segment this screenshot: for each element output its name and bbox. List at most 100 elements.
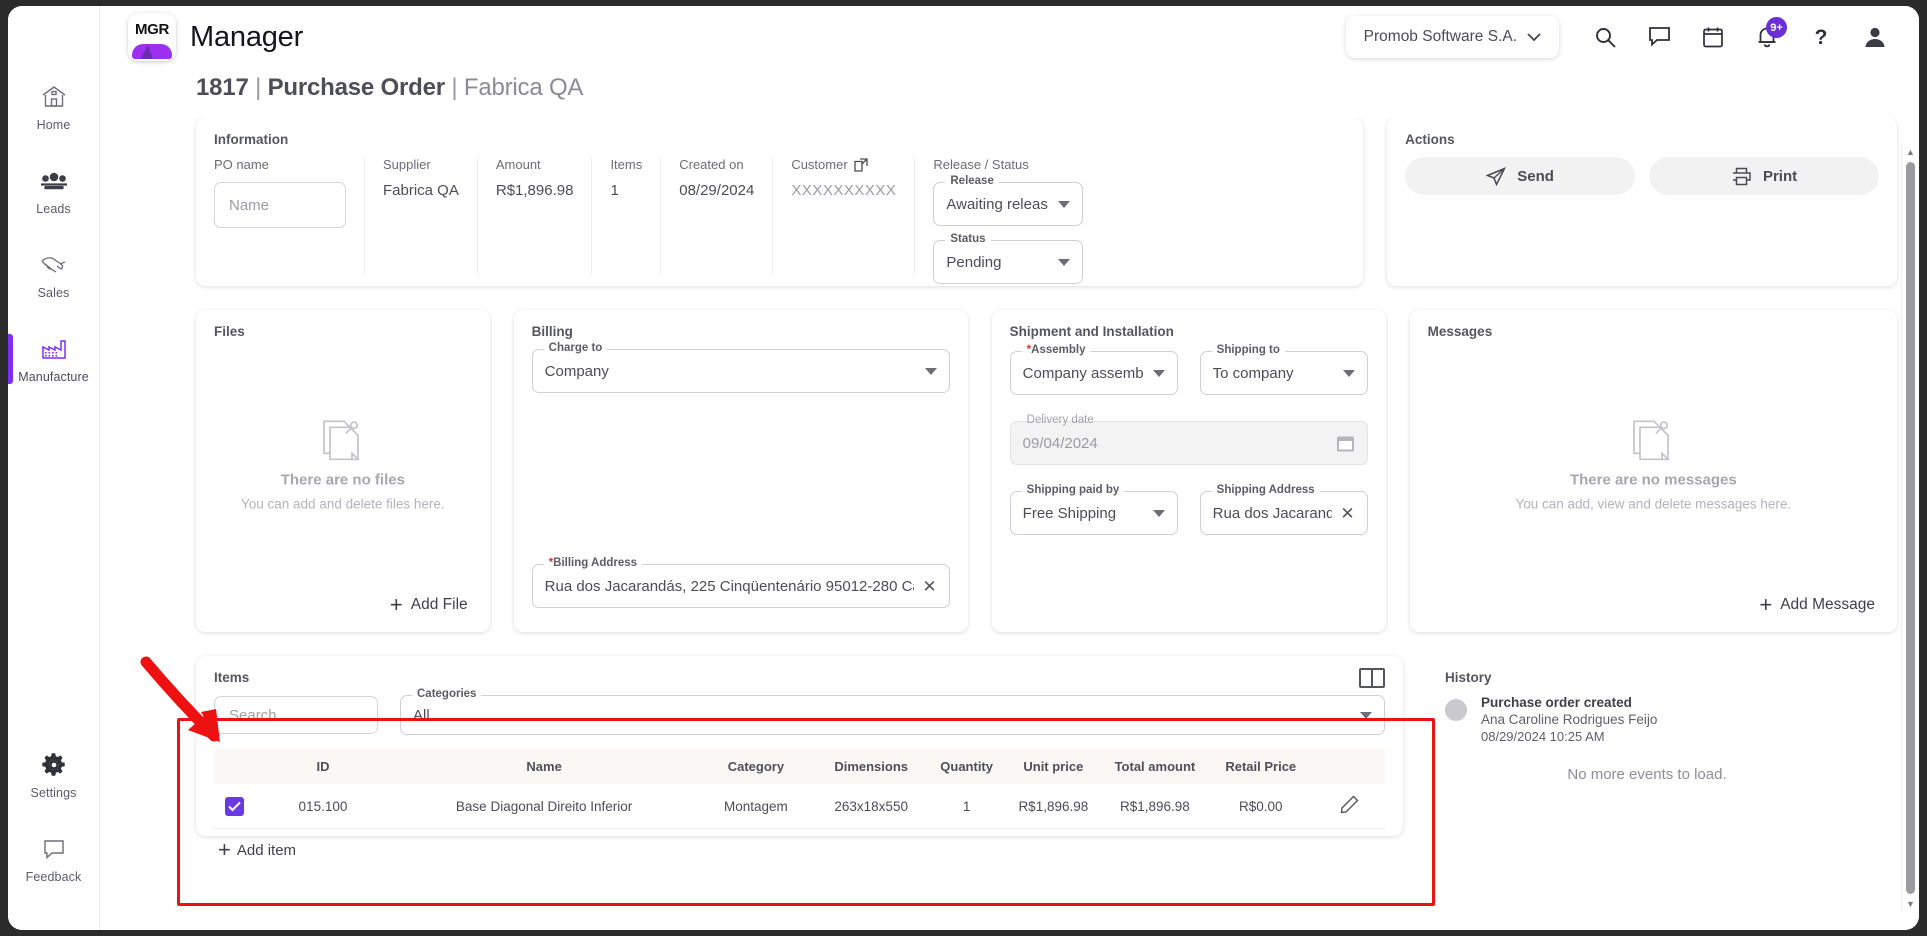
history-entry-body: Purchase order created Ana Caroline Rodr… <box>1481 695 1657 744</box>
po-name-input[interactable] <box>214 182 346 228</box>
plus-icon: + <box>1759 592 1773 617</box>
sidebar-item-manufacture[interactable]: Manufacture <box>8 320 99 398</box>
cell-total-amount: R$1,896.98 <box>1101 784 1209 829</box>
information-grid: PO name Supplier Fabrica QA Amount R$1,8… <box>214 157 1345 284</box>
scroll-up-arrow-icon[interactable]: ▲ <box>1906 144 1915 160</box>
add-file-button[interactable]: + Add File <box>390 594 468 616</box>
search-icon[interactable] <box>1583 15 1627 59</box>
charge-to-select[interactable]: Charge to Company <box>531 342 950 393</box>
calendar-icon[interactable] <box>1336 434 1355 453</box>
empty-document-icon <box>322 420 360 461</box>
external-link-icon[interactable] <box>854 157 868 172</box>
col-unit-price: Unit price <box>1023 759 1084 774</box>
handshake-icon <box>37 250 71 280</box>
messages-empty-state: There are no messages You can add, view … <box>1410 415 1897 511</box>
history-panel: History Purchase order created Ana Carol… <box>1427 656 1897 836</box>
col-dimensions: Dimensions <box>834 759 909 774</box>
table-row[interactable]: 015.100 Base Diagonal Direito Inferior M… <box>214 784 1385 829</box>
logo-shape <box>128 44 176 61</box>
calendar-icon[interactable] <box>1691 15 1735 59</box>
supplier-value: Fabrica QA <box>383 182 459 199</box>
col-quantity: Quantity <box>940 759 993 774</box>
files-title: Files <box>214 324 245 339</box>
profile-icon[interactable] <box>1853 15 1897 59</box>
info-col-items: Items 1 <box>592 157 662 275</box>
assembly-value: Company assemblers <box>1022 364 1143 382</box>
billing-address-label: *Billing Address <box>543 557 643 569</box>
scrollbar-thumb[interactable] <box>1906 162 1915 894</box>
billing-address-field[interactable]: *Billing Address Rua dos Jacarandás, 225… <box>531 557 950 608</box>
plus-icon: + <box>389 592 403 617</box>
app-logo: MGR <box>128 13 176 61</box>
vertical-scrollbar[interactable]: ▲ ▼ <box>1901 144 1919 912</box>
sidebar-item-leads[interactable]: Leads <box>8 152 99 230</box>
items-table: ID Name Category Dimensions Quantity Uni… <box>214 749 1385 829</box>
clear-icon[interactable]: ✕ <box>1340 505 1354 522</box>
sidebar-item-home[interactable]: Home <box>8 68 99 146</box>
messages-empty-title: There are no messages <box>1569 471 1737 489</box>
top-bar: MGR Manager Promob Software S.A. 9+ ? <box>100 6 1919 68</box>
history-entry: Purchase order created Ana Caroline Rodr… <box>1445 695 1879 744</box>
edit-pencil-icon[interactable] <box>1340 795 1359 814</box>
history-entry-user: Ana Caroline Rodrigues Feijo <box>1481 712 1658 727</box>
shipment-row-1: *Assembly Company assemblers Shipping to… <box>1009 344 1368 395</box>
info-col-supplier: Supplier Fabrica QA <box>365 157 478 275</box>
status-select[interactable]: Status Pending <box>933 233 1084 284</box>
org-selector[interactable]: Promob Software S.A. <box>1345 16 1559 58</box>
categories-label: Categories <box>412 688 482 700</box>
clear-icon[interactable]: ✕ <box>922 578 936 595</box>
add-item-button[interactable]: + Add item <box>214 829 296 861</box>
send-button[interactable]: Send <box>1405 157 1636 195</box>
sidebar-item-feedback[interactable]: Feedback <box>8 820 99 898</box>
columns-layout-toggle-icon[interactable] <box>1359 668 1385 688</box>
shipping-address-label: Shipping Address <box>1211 484 1320 496</box>
items-count-label: Items <box>610 157 643 172</box>
page-title-sep-1: | <box>255 74 262 101</box>
shipping-paid-by-select[interactable]: Shipping paid by Free Shipping <box>1009 484 1178 535</box>
shipping-to-select[interactable]: Shipping to To company <box>1199 344 1368 395</box>
assembly-select[interactable]: *Assembly Company assemblers <box>1009 344 1178 395</box>
chevron-down-icon <box>1152 369 1165 377</box>
chevron-down-icon <box>1058 258 1071 266</box>
categories-select[interactable]: Categories All <box>400 688 1385 735</box>
page-title: 1817 | Purchase Order | Fabrica QA <box>100 68 1919 114</box>
row-items-history: Items Categories All <box>196 656 1897 861</box>
customer-label-text: Customer <box>791 157 848 172</box>
release-select[interactable]: Release Awaiting release <box>933 175 1084 226</box>
chevron-down-icon <box>1360 711 1372 719</box>
delivery-date-label: Delivery date <box>1026 414 1094 426</box>
info-col-amount: Amount R$1,896.98 <box>478 157 593 275</box>
cell-category: Montagem <box>697 784 815 829</box>
row-checkbox-cell <box>214 784 256 829</box>
print-button[interactable]: Print <box>1649 157 1880 195</box>
search-input[interactable] <box>214 696 378 734</box>
sidebar-item-label: Leads <box>36 202 71 216</box>
add-message-button[interactable]: + Add Message <box>1759 594 1875 616</box>
page-title-number: 1817 <box>196 74 249 101</box>
shipping-paid-by-label: Shipping paid by <box>1021 484 1125 496</box>
col-id: ID <box>316 759 330 774</box>
shipping-address-field[interactable]: Shipping Address Rua dos Jacarandás, 225… <box>1199 484 1368 535</box>
row-checkbox[interactable] <box>225 796 245 816</box>
created-on-label: Created on <box>679 157 744 172</box>
created-on-value: 08/29/2024 <box>679 182 755 199</box>
sidebar-item-settings[interactable]: Settings <box>8 736 99 814</box>
information-title: Information <box>214 132 289 147</box>
delivery-date-field: Delivery date 09/04/2024 <box>1009 414 1368 465</box>
chat-icon[interactable] <box>1637 15 1681 59</box>
chevron-down-icon <box>1342 369 1355 377</box>
main-area: MGR Manager Promob Software S.A. 9+ ? 18… <box>100 6 1919 930</box>
bell-icon[interactable]: 9+ <box>1745 15 1789 59</box>
scroll-down-arrow-icon[interactable]: ▼ <box>1906 896 1915 912</box>
print-button-label: Print <box>1762 167 1798 185</box>
actions-title: Actions <box>1405 132 1455 147</box>
app-name: Manager <box>190 20 304 53</box>
scrollbar-track[interactable] <box>1902 160 1919 896</box>
left-sidebar: Home Leads Sales Manufacture Settings Fe… <box>8 6 100 930</box>
shipping-address-value: Rua dos Jacarandás, 225 <box>1212 504 1333 522</box>
col-retail-price: Retail Price <box>1225 759 1297 774</box>
page-title-supplier: Fabrica QA <box>463 74 584 101</box>
cell-retail-price: R$0.00 <box>1208 784 1314 829</box>
sidebar-item-sales[interactable]: Sales <box>8 236 99 314</box>
help-icon[interactable]: ? <box>1799 15 1843 59</box>
